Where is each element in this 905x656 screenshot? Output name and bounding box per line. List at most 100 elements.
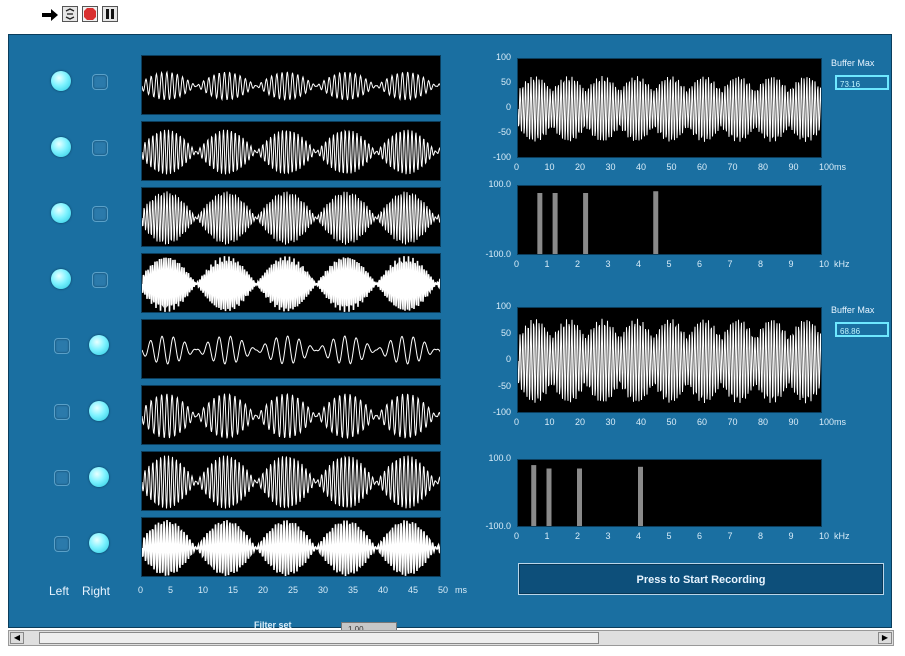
run-arrow-icon[interactable] [40,7,60,23]
x-tick-label: 2 [575,531,581,541]
buffer-max-2-value: 68.86 [835,322,889,337]
x-tick-label: 2 [575,259,581,269]
buffer-max-1-value: 73.16 [835,75,889,90]
x-tick-label: 50 [666,417,677,427]
x-tick-label: 30 [605,417,616,427]
x-tick-label: 6 [697,259,703,269]
y-tick-label: -100.0 [485,521,511,531]
x-tick-label: 90 [788,417,799,427]
front-panel: Left Right 0 5 10 15 20 25 30 35 40 45 50 ms 100 50 0… [8,34,892,636]
run-continuous-icon[interactable] [62,6,78,22]
right-channel-led-1[interactable] [92,74,108,90]
spectrum-bar [546,468,552,526]
waveform-display-2 [141,121,441,181]
scroll-right-arrow-icon[interactable]: ▶ [878,632,892,644]
waveform-tick-label: 45 [408,585,419,595]
left-channel-led-1[interactable] [51,71,71,91]
x-tick-label: 4 [636,531,642,541]
y-tick-label: 100 [495,52,511,62]
x-tick-label: 7 [727,531,733,541]
scroll-left-arrow-icon[interactable]: ◀ [10,632,24,644]
right-channel-led-4[interactable] [92,272,108,288]
x-tick-label: 3 [605,259,611,269]
waveform-tick-label: 10 [198,585,209,595]
x-tick-label: 100 [819,417,835,427]
right-channel-led-8[interactable] [89,533,109,553]
waveform-tick-label: 25 [288,585,299,595]
right-channel-led-7[interactable] [89,467,109,487]
x-tick-label: 8 [758,259,764,269]
waveform-tick-label: 20 [258,585,269,595]
waveform-display-8 [141,517,441,577]
x-tick-label: 90 [788,162,799,172]
left-channel-led-8[interactable] [54,536,70,552]
y-tick-label: -50 [497,127,511,137]
right-channel-led-2[interactable] [92,140,108,156]
spectrum-bar [552,193,558,254]
x-axis-unit: ms [834,417,846,427]
x-tick-label: 10 [819,531,830,541]
waveform-display-1 [141,55,441,115]
right-channel-led-6[interactable] [89,401,109,421]
time-series-line [518,318,821,404]
x-tick-label: 80 [758,417,769,427]
left-channel-led-2[interactable] [51,137,71,157]
right-channel-led-3[interactable] [92,206,108,222]
waveform-tick-label: 0 [138,585,144,595]
left-channel-led-5[interactable] [54,338,70,354]
left-channel-led-6[interactable] [54,404,70,420]
left-channel-led-3[interactable] [51,203,71,223]
x-tick-label: 60 [697,162,708,172]
abort-stop-icon[interactable] [82,6,98,22]
x-tick-label: 20 [575,417,586,427]
waveform-tick-label: 30 [318,585,329,595]
scrollbar-thumb[interactable] [39,632,599,644]
x-tick-label: 40 [636,417,647,427]
x-axis-unit: ms [834,162,846,172]
x-tick-label: 0 [514,162,520,172]
spectrum-bar [583,193,589,254]
x-tick-label: 9 [788,531,794,541]
x-tick-label: 6 [697,531,703,541]
y-tick-label: -100 [492,407,511,417]
spectrum-bar [537,193,543,254]
start-recording-button[interactable]: Press to Start Recording [518,563,884,595]
x-tick-label: 4 [636,259,642,269]
x-tick-label: 8 [758,531,764,541]
x-axis-unit: kHz [834,259,850,269]
time-series-line [518,75,821,142]
y-tick-label: 100.0 [488,453,511,463]
horizontal-scrollbar[interactable]: ◀ ▶ [8,630,894,646]
x-tick-label: 5 [666,531,672,541]
x-tick-label: 40 [636,162,647,172]
x-tick-label: 30 [605,162,616,172]
y-tick-label: 100.0 [488,179,511,189]
x-tick-label: 60 [697,417,708,427]
toolbar [0,0,905,30]
x-tick-label: 70 [727,162,738,172]
x-tick-label: 50 [666,162,677,172]
left-label: Left [49,584,70,598]
spectrum-plot-4 [517,459,822,527]
buffer-max-1-label: Buffer Max [831,58,875,68]
left-channel-led-7[interactable] [54,470,70,486]
pause-icon[interactable] [102,6,118,22]
x-tick-label: 3 [605,531,611,541]
time-domain-plot-1 [517,58,822,158]
right-channel-led-5[interactable] [89,335,109,355]
waveform-tick-label: 50 [438,585,449,595]
left-channel-led-4[interactable] [51,269,71,289]
x-tick-label: 100 [819,162,835,172]
time-domain-plot-3 [517,307,822,413]
y-tick-label: -100 [492,152,511,162]
x-tick-label: 0 [514,259,520,269]
waveform-axis-unit: ms [455,585,467,595]
x-tick-label: 7 [727,259,733,269]
waveform-tick-label: 5 [168,585,174,595]
waveform-tick-label: 40 [378,585,389,595]
waveform-display-7 [141,451,441,511]
x-tick-label: 20 [575,162,586,172]
x-tick-label: 9 [788,259,794,269]
y-tick-label: 100 [495,301,511,311]
waveform-display-4 [141,253,441,313]
